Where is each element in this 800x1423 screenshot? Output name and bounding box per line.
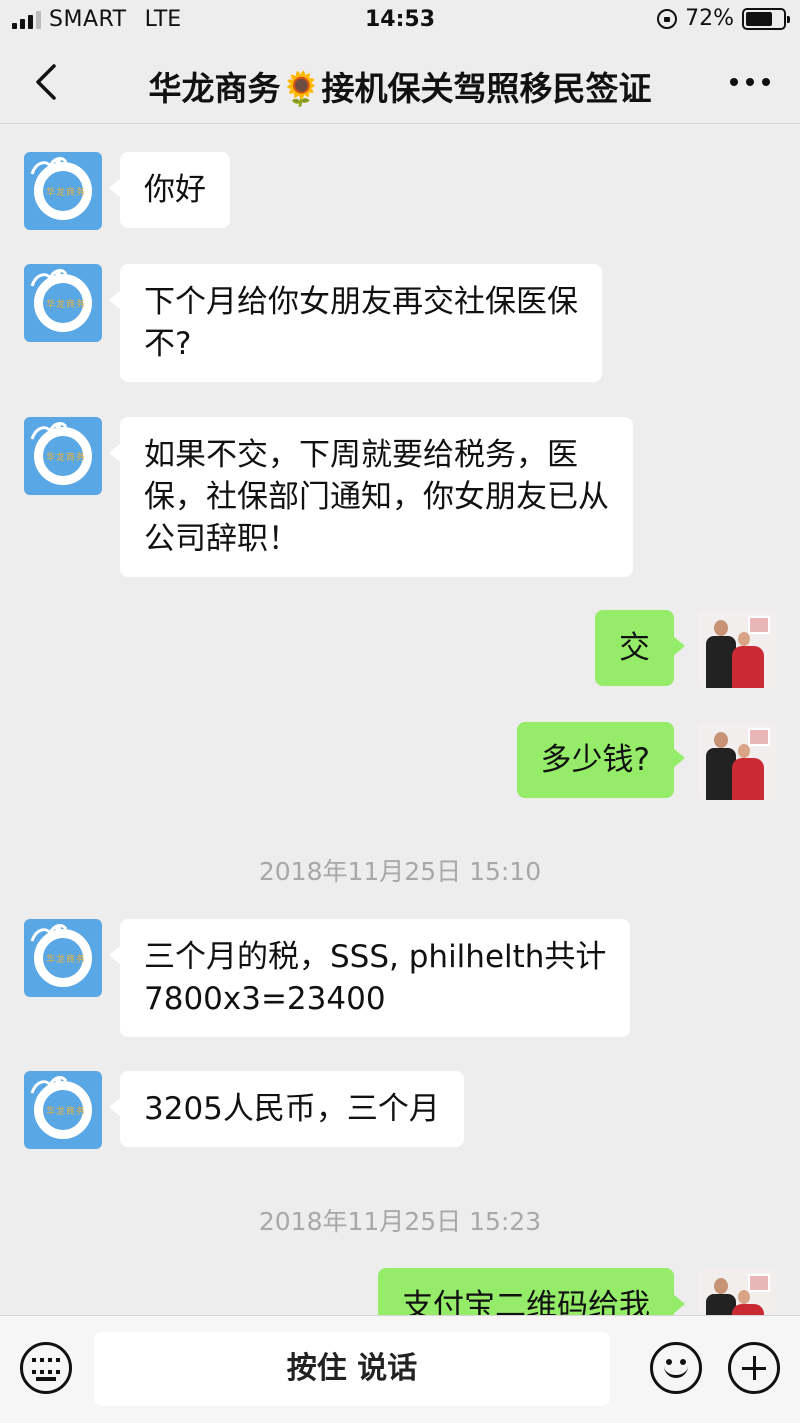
- message-bubble[interactable]: 多少钱?: [516, 722, 686, 798]
- back-button[interactable]: [30, 62, 64, 102]
- keyboard-toggle-button[interactable]: [20, 1342, 72, 1394]
- more-actions-button[interactable]: [728, 1342, 780, 1394]
- status-right: 72%: [657, 6, 790, 31]
- emoji-button[interactable]: [650, 1342, 702, 1394]
- avatar-logo-text: 华龙商务: [46, 300, 87, 310]
- battery-percent: 72%: [685, 6, 734, 31]
- chat-header: 华龙商务🌻接机保关驾照移民签证: [0, 40, 800, 124]
- input-bar: 按住 说话: [0, 1315, 800, 1423]
- message-bubble[interactable]: 你好: [109, 152, 230, 228]
- message-list[interactable]: 华龙商务 你好 华龙商务 下个月给你女朋友再交社保医保 不? 华龙商务 如果不交，下周就要…: [0, 125, 800, 1315]
- hold-to-talk-button[interactable]: 按住 说话: [94, 1332, 610, 1406]
- contact-avatar[interactable]: 华龙商务: [24, 1071, 102, 1149]
- timestamp: 2018年11月25日 15:10: [258, 857, 542, 886]
- chat-title: 华龙商务🌻接机保关驾照移民签证: [148, 69, 652, 108]
- my-avatar[interactable]: [698, 1268, 776, 1315]
- contact-avatar[interactable]: 华龙商务: [24, 152, 102, 230]
- more-button[interactable]: [730, 68, 770, 96]
- message-bubble[interactable]: 下个月给你女朋友再交社保医保 不?: [109, 264, 602, 382]
- avatar-logo-text: 华龙商务: [46, 188, 87, 198]
- contact-avatar[interactable]: 华龙商务: [24, 417, 102, 495]
- contact-avatar[interactable]: 华龙商务: [24, 919, 102, 997]
- message-bubble[interactable]: 3205人民币，三个月: [109, 1071, 464, 1147]
- message-bubble[interactable]: 交: [595, 610, 685, 686]
- message-bubble[interactable]: 支付宝二维码给我: [378, 1268, 685, 1315]
- avatar-logo-text: 华龙商务: [46, 1107, 87, 1117]
- keyboard-icon: [32, 1358, 60, 1378]
- status-bar: SMART LTE 14:53 72%: [0, 0, 800, 40]
- message-bubble[interactable]: 如果不交，下周就要给税务，医 保，社保部门通知，你女朋友已从 公司辞职！: [109, 417, 633, 577]
- avatar-logo-text: 华龙商务: [46, 955, 87, 965]
- message-bubble[interactable]: 三个月的税，SSS, philhelth共计 7800x3=23400: [108, 919, 631, 1037]
- rotation-lock-icon: [657, 8, 678, 29]
- battery-icon: [742, 7, 790, 30]
- timestamp: 2018年11月25日 15:23: [258, 1207, 542, 1236]
- my-avatar[interactable]: [698, 610, 776, 688]
- more-icon: [730, 78, 738, 86]
- contact-avatar[interactable]: 华龙商务: [24, 264, 102, 342]
- chevron-left-icon: [36, 64, 56, 100]
- my-avatar[interactable]: [698, 722, 776, 800]
- avatar-logo-text: 华龙商务: [46, 453, 87, 463]
